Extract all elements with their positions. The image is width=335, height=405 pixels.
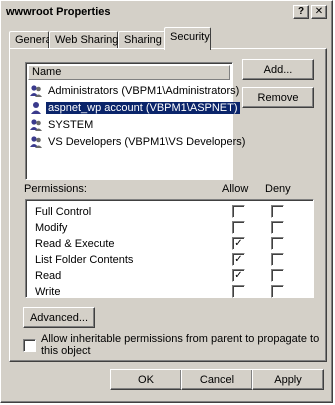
users-list[interactable]: Name Administrators (VBPM1\Administrator… xyxy=(25,62,245,180)
deny-checkbox[interactable] xyxy=(271,253,284,266)
advanced-button[interactable]: Advanced... xyxy=(23,307,95,328)
inherit-checkbox[interactable] xyxy=(23,339,36,352)
user-item-label: aspnet_wp account (VBPM1\ASPNET) xyxy=(46,102,240,114)
user-icon xyxy=(29,101,43,115)
user-item-label: VS Developers (VBPM1\VS Developers) xyxy=(48,136,246,148)
allow-checkbox[interactable]: ✓ xyxy=(232,269,245,282)
allow-checkbox[interactable]: ✓ xyxy=(232,253,245,266)
user-item-aspnet[interactable]: aspnet_wp account (VBPM1\ASPNET) xyxy=(29,100,240,116)
user-item-administrators[interactable]: Administrators (VBPM1\Administrators) xyxy=(29,83,239,99)
permission-row: Read & Execute ✓ xyxy=(35,236,313,252)
deny-checkbox[interactable] xyxy=(271,221,284,234)
user-item-label: Administrators (VBPM1\Administrators) xyxy=(48,85,240,97)
permission-row: Modify xyxy=(35,220,313,236)
add-button[interactable]: Add... xyxy=(242,59,314,80)
tab-security[interactable]: Security xyxy=(164,27,211,50)
permission-label: List Folder Contents xyxy=(35,254,134,266)
permission-label: Read xyxy=(35,270,62,282)
permission-label: Modify xyxy=(35,222,68,234)
tab-web-sharing[interactable]: Web Sharing xyxy=(49,31,118,49)
tab-general[interactable]: General xyxy=(9,31,54,49)
permission-label: Read & Execute xyxy=(35,238,115,250)
allow-column-label: Allow xyxy=(222,183,249,195)
help-button[interactable]: ? xyxy=(293,5,309,19)
permission-row: Read ✓ xyxy=(35,268,313,284)
cancel-button[interactable]: Cancel xyxy=(181,369,253,390)
users-group-icon xyxy=(29,118,43,132)
permissions-label: Permissions: xyxy=(24,183,87,195)
name-column-header[interactable]: Name xyxy=(28,65,230,80)
allow-checkbox[interactable] xyxy=(232,221,245,234)
deny-column-label: Deny xyxy=(265,183,291,195)
deny-checkbox[interactable] xyxy=(271,205,284,218)
permission-row: Write xyxy=(35,284,313,300)
security-panel: Name Administrators (VBPM1\Administrator… xyxy=(9,48,327,362)
users-group-icon xyxy=(29,84,43,98)
user-item-vs-developers[interactable]: VS Developers (VBPM1\VS Developers) xyxy=(29,134,245,150)
close-button[interactable]: ✕ xyxy=(311,5,327,19)
inherit-label: Allow inheritable permissions from paren… xyxy=(41,333,320,357)
users-group-icon xyxy=(29,135,43,149)
user-item-label: SYSTEM xyxy=(48,119,94,131)
title-bar: wwwroot Properties ? ✕ xyxy=(3,3,330,21)
window-title: wwwroot Properties xyxy=(6,6,111,18)
permission-label: Write xyxy=(35,286,61,298)
user-item-system[interactable]: SYSTEM xyxy=(29,117,229,133)
apply-button[interactable]: Apply xyxy=(252,369,324,390)
allow-checkbox[interactable] xyxy=(232,205,245,218)
permission-row: Full Control xyxy=(35,204,313,220)
deny-checkbox[interactable] xyxy=(271,237,284,250)
properties-dialog: wwwroot Properties ? ✕ General Web Shari… xyxy=(0,0,333,403)
tab-sharing[interactable]: Sharing xyxy=(118,31,165,49)
allow-checkbox[interactable] xyxy=(232,285,245,298)
permission-row: List Folder Contents ✓ xyxy=(35,252,313,268)
deny-checkbox[interactable] xyxy=(271,269,284,282)
permission-label: Full Control xyxy=(35,206,92,218)
allow-checkbox[interactable]: ✓ xyxy=(232,237,245,250)
deny-checkbox[interactable] xyxy=(271,285,284,298)
ok-button[interactable]: OK xyxy=(110,369,182,390)
remove-button[interactable]: Remove xyxy=(242,87,314,108)
permissions-list: Full Control Modify Read & Execute ✓ Lis… xyxy=(25,199,314,298)
